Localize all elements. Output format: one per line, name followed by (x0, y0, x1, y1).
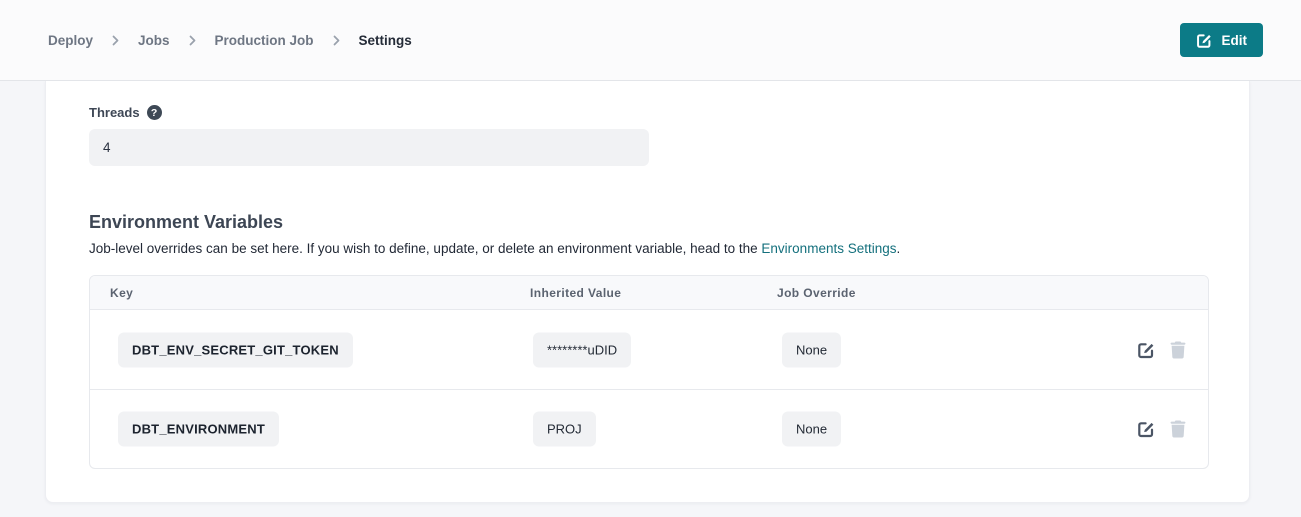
threads-field-label: Threads ? (89, 105, 162, 120)
pencil-square-icon (1196, 32, 1213, 49)
env-var-key: DBT_ENV_SECRET_GIT_TOKEN (118, 332, 353, 367)
pencil-square-icon[interactable] (1137, 420, 1156, 439)
question-circle-icon[interactable]: ? (147, 105, 162, 120)
breadcrumb-item-production-job[interactable]: Production Job (215, 33, 314, 48)
env-var-job-override: None (782, 412, 841, 447)
env-vars-table: Key Inherited Value Job Override DBT_ENV… (89, 275, 1209, 469)
table-row: DBT_ENV_SECRET_GIT_TOKEN ********uDID No… (90, 310, 1208, 389)
description-text: Job-level overrides can be set here. If … (89, 241, 761, 256)
env-var-key: DBT_ENVIRONMENT (118, 412, 279, 447)
column-header-inherited-value: Inherited Value (530, 286, 621, 300)
environments-settings-link[interactable]: Environments Settings (761, 241, 896, 256)
breadcrumb-item-settings: Settings (359, 33, 412, 48)
env-vars-section-title: Environment Variables (89, 212, 283, 233)
chevron-right-icon (331, 35, 342, 46)
table-header-row: Key Inherited Value Job Override (90, 276, 1208, 310)
description-period: . (897, 241, 901, 256)
threads-label-text: Threads (89, 105, 140, 120)
chevron-right-icon (110, 35, 121, 46)
threads-input[interactable] (89, 129, 649, 166)
env-vars-description: Job-level overrides can be set here. If … (89, 241, 900, 256)
edit-button[interactable]: Edit (1180, 23, 1264, 57)
chevron-right-icon (187, 35, 198, 46)
edit-button-label: Edit (1222, 33, 1248, 48)
row-actions (1137, 340, 1186, 359)
table-row: DBT_ENVIRONMENT PROJ None (90, 389, 1208, 468)
breadcrumb: Deploy Jobs Production Job Settings (48, 33, 412, 48)
trash-icon[interactable] (1170, 341, 1186, 358)
breadcrumb-item-deploy[interactable]: Deploy (48, 33, 93, 48)
pencil-square-icon[interactable] (1137, 340, 1156, 359)
column-header-job-override: Job Override (777, 286, 856, 300)
env-var-inherited-value: ********uDID (533, 332, 631, 367)
settings-card: Threads ? Environment Variables Job-leve… (45, 81, 1250, 503)
trash-icon[interactable] (1170, 421, 1186, 438)
top-bar: Deploy Jobs Production Job Settings Edit (0, 0, 1301, 81)
env-var-job-override: None (782, 332, 841, 367)
breadcrumb-item-jobs[interactable]: Jobs (138, 33, 170, 48)
row-actions (1137, 420, 1186, 439)
column-header-key: Key (110, 286, 133, 300)
env-var-inherited-value: PROJ (533, 412, 596, 447)
